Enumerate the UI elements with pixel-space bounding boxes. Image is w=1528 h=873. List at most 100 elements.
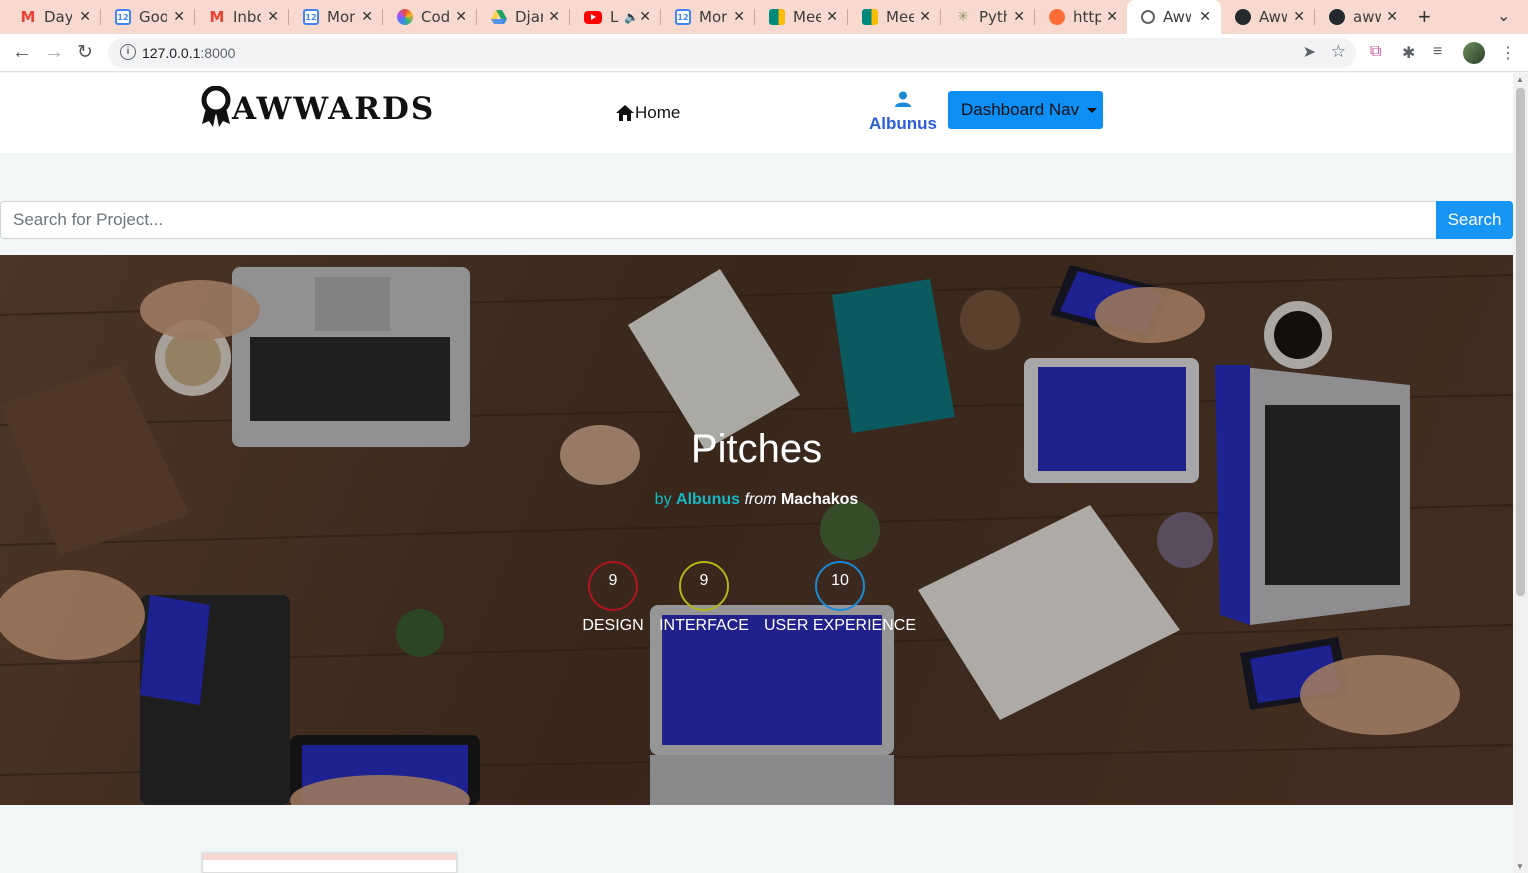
kebab-menu-icon[interactable]: ⋮ <box>1500 43 1516 63</box>
calendar-icon: 12 <box>303 9 319 25</box>
user-icon <box>895 91 911 107</box>
extension-icon[interactable]: ⧉ <box>1370 43 1381 61</box>
browser-tab[interactable]: Mee ✕ <box>848 0 941 34</box>
desk-background-image <box>0 255 1513 805</box>
meet-icon <box>769 9 785 25</box>
browser-tab[interactable]: M Day ✕ <box>6 0 101 34</box>
browser-tab[interactable]: 12 Mor ✕ <box>661 0 755 34</box>
browser-tab[interactable]: Djar ✕ <box>477 0 570 34</box>
new-tab-button[interactable]: + <box>1418 4 1431 30</box>
from-label: from <box>744 491 777 508</box>
url-port: :8000 <box>200 45 236 61</box>
home-icon <box>616 105 634 121</box>
address-bar[interactable]: i 127.0.0.1:8000 ➤ ☆ <box>108 38 1356 68</box>
github-icon <box>1235 9 1251 25</box>
browser-tab[interactable]: 12 Mor ✕ <box>289 0 383 34</box>
score-design: 9 DESIGN <box>578 561 648 635</box>
close-tab-icon[interactable]: ✕ <box>1199 9 1211 25</box>
score-interface: 9 INTERFACE <box>654 561 754 635</box>
meet-icon <box>862 9 878 25</box>
browser-tab[interactable]: Mee ✕ <box>755 0 848 34</box>
browser-tab[interactable]: M Inbo ✕ <box>195 0 289 34</box>
media-queue-icon[interactable]: ≡ <box>1433 43 1442 61</box>
dashboard-nav-label: Dashboard Nav <box>961 100 1080 119</box>
close-tab-icon[interactable]: ✕ <box>733 9 745 25</box>
score-ring: 10 <box>815 561 865 611</box>
caret-down-icon <box>1087 108 1098 113</box>
score-label: INTERFACE <box>659 617 749 634</box>
codewars-icon <box>397 9 413 25</box>
score-label: DESIGN <box>582 617 644 634</box>
close-tab-icon[interactable]: ✕ <box>826 9 838 25</box>
github-icon <box>1329 9 1345 25</box>
browser-tab-active[interactable]: Aww ✕ <box>1127 0 1221 34</box>
score-ring: 9 <box>588 561 638 611</box>
awwards-logo[interactable]: AWWARDS <box>200 85 435 129</box>
site-info-icon[interactable]: i <box>120 44 136 60</box>
browser-tab[interactable]: aww ✕ <box>1315 0 1408 34</box>
search-button[interactable]: Search <box>1436 201 1513 239</box>
score-label: USER EXPERIENCE <box>763 617 917 634</box>
calendar-icon: 12 <box>675 9 691 25</box>
youtube-icon <box>584 10 602 24</box>
profile-avatar[interactable] <box>1463 42 1485 64</box>
project-byline: by Albunus from Machakos <box>0 491 1513 509</box>
tab-search-chevron-icon[interactable]: ⌄ <box>1497 6 1510 26</box>
scrollbar-thumb[interactable] <box>1516 88 1525 596</box>
gmail-icon: M <box>20 8 36 26</box>
drive-icon <box>491 9 507 25</box>
gmail-icon: M <box>209 8 225 26</box>
palm-icon: ✳ <box>957 9 969 25</box>
project-title: Pitches <box>690 427 823 471</box>
close-tab-icon[interactable]: ✕ <box>361 9 373 25</box>
project-screenshot-thumbnail[interactable] <box>202 853 457 873</box>
browser-tab[interactable]: ✳ Pyth ✕ <box>941 0 1035 34</box>
scroll-up-arrow-icon[interactable]: ▲ <box>1516 75 1524 84</box>
close-tab-icon[interactable]: ✕ <box>267 9 279 25</box>
close-tab-icon[interactable]: ✕ <box>455 9 467 25</box>
score-user-experience: 10 USER EXPERIENCE <box>760 561 920 635</box>
by-label: by <box>654 491 672 508</box>
calendar-icon: 12 <box>115 9 131 25</box>
username-label: Albunus <box>869 114 937 133</box>
project-author[interactable]: Albunus <box>676 491 740 508</box>
browser-tab[interactable]: Cod ✕ <box>383 0 477 34</box>
user-profile-link[interactable]: Albunus <box>868 91 938 134</box>
page-scrollbar[interactable]: ▲ ▼ <box>1513 73 1528 873</box>
bookmark-star-icon[interactable]: ☆ <box>1331 42 1346 62</box>
close-tab-icon[interactable]: ✕ <box>1013 9 1025 25</box>
browser-tab[interactable]: http ✕ <box>1035 0 1128 34</box>
browser-tab[interactable]: Aww ✕ <box>1221 0 1315 34</box>
close-tab-icon[interactable]: ✕ <box>1386 9 1398 25</box>
close-tab-icon[interactable]: ✕ <box>639 9 651 25</box>
close-tab-icon[interactable]: ✕ <box>1106 9 1118 25</box>
home-link[interactable]: Home <box>616 103 680 123</box>
close-tab-icon[interactable]: ✕ <box>79 9 91 25</box>
reload-icon[interactable]: ↻ <box>77 41 93 64</box>
project-hero-banner: Pitches by Albunus from Machakos 9 DESIG… <box>0 255 1513 805</box>
close-tab-icon[interactable]: ✕ <box>173 9 185 25</box>
project-search-form: Search <box>0 201 1513 239</box>
logo-text: AWWARDS <box>232 91 436 127</box>
forward-arrow-icon[interactable]: → <box>44 41 64 64</box>
dashboard-nav-dropdown[interactable]: Dashboard Nav <box>948 91 1103 129</box>
puzzle-extensions-icon[interactable]: ✱ <box>1402 43 1415 63</box>
close-tab-icon[interactable]: ✕ <box>548 9 560 25</box>
search-input[interactable] <box>0 201 1437 239</box>
browser-tab-strip: M Day ✕ 12 Goo ✕ M Inbo ✕ 12 Mor ✕ Cod ✕… <box>0 0 1528 34</box>
site-navbar: AWWARDS Home Albunus Dashboard Nav <box>0 73 1513 153</box>
back-arrow-icon[interactable]: ← <box>12 41 32 64</box>
scroll-down-arrow-icon[interactable]: ▼ <box>1516 862 1524 871</box>
globe-icon <box>1141 10 1155 24</box>
browser-tab[interactable]: L 🔈 ✕ <box>570 0 661 34</box>
send-tab-icon[interactable]: ➤ <box>1303 42 1316 62</box>
url-host: 127.0.0.1 <box>142 45 201 61</box>
score-ring: 9 <box>679 561 729 611</box>
project-location: Machakos <box>780 491 859 508</box>
close-tab-icon[interactable]: ✕ <box>919 9 931 25</box>
close-tab-icon[interactable]: ✕ <box>1293 9 1305 25</box>
speaker-icon[interactable]: 🔈 <box>624 10 639 24</box>
web-page: AWWARDS Home Albunus Dashboard Nav Searc… <box>0 73 1513 873</box>
postman-icon <box>1049 9 1065 25</box>
browser-tab[interactable]: 12 Goo ✕ <box>101 0 195 34</box>
